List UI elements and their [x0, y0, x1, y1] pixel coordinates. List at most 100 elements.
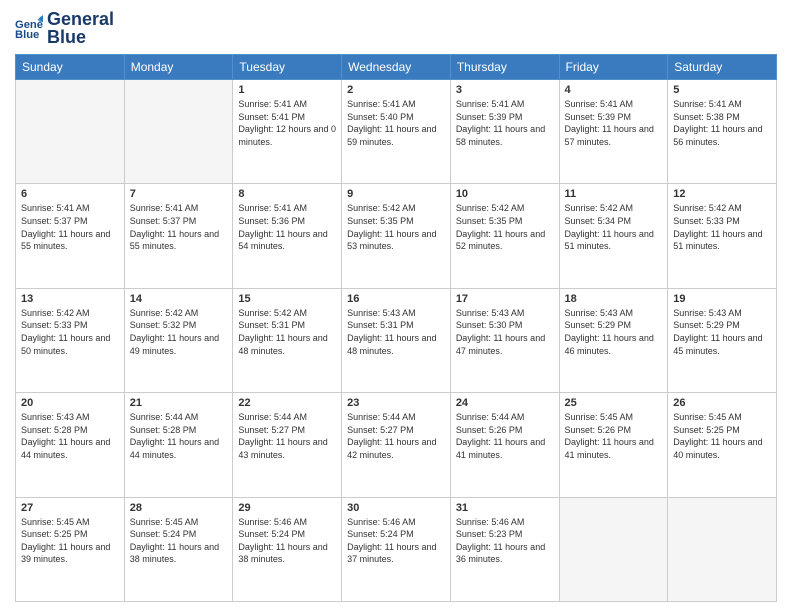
day-number: 2: [347, 84, 445, 96]
day-number: 15: [238, 293, 336, 305]
calendar-cell: 14 Sunrise: 5:42 AMSunset: 5:32 PMDayligh…: [124, 288, 233, 392]
day-number: 29: [238, 502, 336, 514]
day-number: 20: [21, 397, 119, 409]
day-number: 13: [21, 293, 119, 305]
logo: General Blue General Blue: [15, 10, 114, 46]
calendar-week-4: 20 Sunrise: 5:43 AMSunset: 5:28 PMDayligh…: [16, 393, 777, 497]
calendar-header-thursday: Thursday: [450, 55, 559, 80]
day-number: 5: [673, 84, 771, 96]
calendar-header-friday: Friday: [559, 55, 668, 80]
calendar-header-monday: Monday: [124, 55, 233, 80]
day-info: Sunrise: 5:43 AMSunset: 5:29 PMDaylight:…: [565, 307, 663, 357]
day-info: Sunrise: 5:44 AMSunset: 5:28 PMDaylight:…: [130, 411, 228, 461]
calendar-cell: 5 Sunrise: 5:41 AMSunset: 5:38 PMDaylight…: [668, 80, 777, 184]
calendar-cell: 26 Sunrise: 5:45 AMSunset: 5:25 PMDayligh…: [668, 393, 777, 497]
calendar-header-row: SundayMondayTuesdayWednesdayThursdayFrid…: [16, 55, 777, 80]
logo-blue: Blue: [47, 28, 86, 46]
day-info: Sunrise: 5:41 AMSunset: 5:39 PMDaylight:…: [565, 98, 663, 148]
day-number: 1: [238, 84, 336, 96]
day-number: 30: [347, 502, 445, 514]
calendar-header-saturday: Saturday: [668, 55, 777, 80]
calendar-cell: 12 Sunrise: 5:42 AMSunset: 5:33 PMDayligh…: [668, 184, 777, 288]
day-number: 8: [238, 188, 336, 200]
day-number: 28: [130, 502, 228, 514]
calendar-cell: 18 Sunrise: 5:43 AMSunset: 5:29 PMDayligh…: [559, 288, 668, 392]
day-number: 26: [673, 397, 771, 409]
day-number: 27: [21, 502, 119, 514]
day-info: Sunrise: 5:42 AMSunset: 5:32 PMDaylight:…: [130, 307, 228, 357]
calendar-cell: 25 Sunrise: 5:45 AMSunset: 5:26 PMDayligh…: [559, 393, 668, 497]
day-info: Sunrise: 5:42 AMSunset: 5:35 PMDaylight:…: [347, 202, 445, 252]
day-info: Sunrise: 5:41 AMSunset: 5:41 PMDaylight:…: [238, 98, 336, 148]
calendar-cell: 17 Sunrise: 5:43 AMSunset: 5:30 PMDayligh…: [450, 288, 559, 392]
calendar-cell: 1 Sunrise: 5:41 AMSunset: 5:41 PMDaylight…: [233, 80, 342, 184]
day-number: 22: [238, 397, 336, 409]
day-number: 24: [456, 397, 554, 409]
calendar-cell: 16 Sunrise: 5:43 AMSunset: 5:31 PMDayligh…: [342, 288, 451, 392]
calendar: SundayMondayTuesdayWednesdayThursdayFrid…: [15, 54, 777, 602]
day-info: Sunrise: 5:42 AMSunset: 5:33 PMDaylight:…: [21, 307, 119, 357]
calendar-cell: 2 Sunrise: 5:41 AMSunset: 5:40 PMDaylight…: [342, 80, 451, 184]
calendar-cell: 21 Sunrise: 5:44 AMSunset: 5:28 PMDayligh…: [124, 393, 233, 497]
day-info: Sunrise: 5:41 AMSunset: 5:37 PMDaylight:…: [21, 202, 119, 252]
day-info: Sunrise: 5:42 AMSunset: 5:34 PMDaylight:…: [565, 202, 663, 252]
day-number: 9: [347, 188, 445, 200]
calendar-week-3: 13 Sunrise: 5:42 AMSunset: 5:33 PMDayligh…: [16, 288, 777, 392]
calendar-cell: 20 Sunrise: 5:43 AMSunset: 5:28 PMDayligh…: [16, 393, 125, 497]
day-info: Sunrise: 5:41 AMSunset: 5:36 PMDaylight:…: [238, 202, 336, 252]
logo-general: General: [47, 10, 114, 28]
calendar-cell: 22 Sunrise: 5:44 AMSunset: 5:27 PMDayligh…: [233, 393, 342, 497]
day-number: 21: [130, 397, 228, 409]
day-number: 18: [565, 293, 663, 305]
day-number: 3: [456, 84, 554, 96]
calendar-week-5: 27Sunrise: 5:45 AMSunset: 5:25 PMDayligh…: [16, 497, 777, 601]
calendar-header-tuesday: Tuesday: [233, 55, 342, 80]
calendar-cell: 6 Sunrise: 5:41 AMSunset: 5:37 PMDaylight…: [16, 184, 125, 288]
day-info: Sunrise: 5:46 AMSunset: 5:24 PMDaylight:…: [347, 516, 445, 566]
day-number: 17: [456, 293, 554, 305]
day-info: Sunrise: 5:43 AMSunset: 5:30 PMDaylight:…: [456, 307, 554, 357]
calendar-cell: 8 Sunrise: 5:41 AMSunset: 5:36 PMDaylight…: [233, 184, 342, 288]
calendar-cell: 27Sunrise: 5:45 AMSunset: 5:25 PMDayligh…: [16, 497, 125, 601]
day-number: 10: [456, 188, 554, 200]
day-info: Sunrise: 5:45 AMSunset: 5:24 PMDaylight:…: [130, 516, 228, 566]
calendar-cell: [559, 497, 668, 601]
calendar-cell: 7Sunrise: 5:41 AMSunset: 5:37 PMDaylight…: [124, 184, 233, 288]
calendar-cell: 29 Sunrise: 5:46 AMSunset: 5:24 PMDayligh…: [233, 497, 342, 601]
header: General Blue General Blue: [15, 10, 777, 46]
calendar-cell: 23Sunrise: 5:44 AMSunset: 5:27 PMDayligh…: [342, 393, 451, 497]
day-info: Sunrise: 5:42 AMSunset: 5:31 PMDaylight:…: [238, 307, 336, 357]
calendar-cell: 30 Sunrise: 5:46 AMSunset: 5:24 PMDayligh…: [342, 497, 451, 601]
day-number: 4: [565, 84, 663, 96]
calendar-cell: 9 Sunrise: 5:42 AMSunset: 5:35 PMDaylight…: [342, 184, 451, 288]
calendar-cell: 3Sunrise: 5:41 AMSunset: 5:39 PMDaylight…: [450, 80, 559, 184]
day-info: Sunrise: 5:45 AMSunset: 5:25 PMDaylight:…: [673, 411, 771, 461]
calendar-header-wednesday: Wednesday: [342, 55, 451, 80]
day-info: Sunrise: 5:46 AMSunset: 5:24 PMDaylight:…: [238, 516, 336, 566]
day-number: 19: [673, 293, 771, 305]
day-number: 6: [21, 188, 119, 200]
calendar-cell: 31Sunrise: 5:46 AMSunset: 5:23 PMDayligh…: [450, 497, 559, 601]
day-number: 16: [347, 293, 445, 305]
day-number: 7: [130, 188, 228, 200]
day-info: Sunrise: 5:43 AMSunset: 5:28 PMDaylight:…: [21, 411, 119, 461]
logo-icon: General Blue: [15, 14, 43, 42]
day-info: Sunrise: 5:41 AMSunset: 5:40 PMDaylight:…: [347, 98, 445, 148]
day-info: Sunrise: 5:43 AMSunset: 5:31 PMDaylight:…: [347, 307, 445, 357]
calendar-cell: 15 Sunrise: 5:42 AMSunset: 5:31 PMDayligh…: [233, 288, 342, 392]
svg-text:Blue: Blue: [15, 29, 39, 41]
day-number: 14: [130, 293, 228, 305]
day-info: Sunrise: 5:44 AMSunset: 5:27 PMDaylight:…: [238, 411, 336, 461]
day-number: 25: [565, 397, 663, 409]
day-info: Sunrise: 5:45 AMSunset: 5:26 PMDaylight:…: [565, 411, 663, 461]
calendar-cell: [668, 497, 777, 601]
calendar-cell: 19Sunrise: 5:43 AMSunset: 5:29 PMDayligh…: [668, 288, 777, 392]
page: General Blue General Blue SundayMondayTu…: [0, 0, 792, 612]
day-number: 31: [456, 502, 554, 514]
day-info: Sunrise: 5:42 AMSunset: 5:33 PMDaylight:…: [673, 202, 771, 252]
day-number: 12: [673, 188, 771, 200]
day-info: Sunrise: 5:41 AMSunset: 5:38 PMDaylight:…: [673, 98, 771, 148]
calendar-cell: 10Sunrise: 5:42 AMSunset: 5:35 PMDayligh…: [450, 184, 559, 288]
calendar-cell: 11 Sunrise: 5:42 AMSunset: 5:34 PMDayligh…: [559, 184, 668, 288]
day-number: 11: [565, 188, 663, 200]
